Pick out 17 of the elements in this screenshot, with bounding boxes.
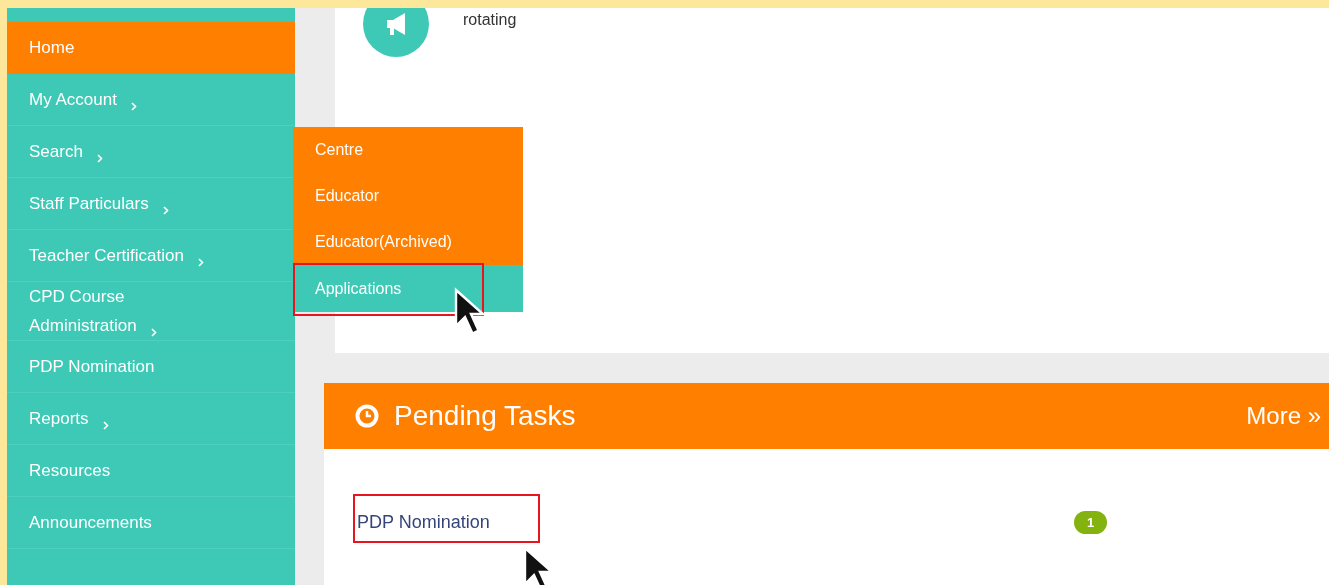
announcement-text: rotating — [463, 11, 517, 29]
more-link[interactable]: More » — [1246, 402, 1321, 430]
sidebar-item[interactable]: Home — [7, 22, 295, 74]
sidebar-item[interactable]: Resources — [7, 445, 295, 497]
sidebar-item[interactable]: Reports — [7, 393, 295, 445]
sidebar-item[interactable]: CPD Course Administration — [7, 282, 295, 341]
submenu-item[interactable]: Educator(Archived) — [293, 219, 523, 265]
submenu-item[interactable]: Educator — [293, 173, 523, 219]
count-badge: 1 — [1074, 511, 1108, 534]
sidebar-item[interactable]: PDP Nomination — [7, 341, 295, 393]
clock-icon — [355, 404, 379, 428]
submenu-item[interactable]: Applications — [293, 265, 523, 312]
task-link[interactable]: PDP Nomination — [353, 494, 540, 543]
pending-tasks-title: Pending Tasks — [394, 400, 576, 432]
sidebar-item[interactable]: My Account — [7, 74, 295, 126]
sidebar-item[interactable]: Announcements — [7, 497, 295, 549]
submenu-item[interactable]: Centre — [293, 127, 523, 173]
